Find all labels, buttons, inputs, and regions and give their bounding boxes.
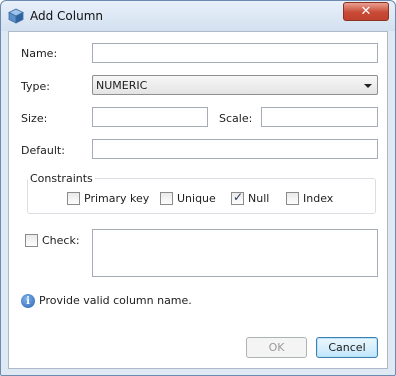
chevron-down-icon	[364, 84, 372, 88]
scale-label: Scale:	[219, 112, 253, 125]
scale-input[interactable]	[261, 107, 378, 127]
ok-button[interactable]: OK	[246, 337, 307, 358]
null-checkbox[interactable]: ✓	[231, 190, 244, 205]
check-textarea[interactable]	[92, 229, 378, 277]
close-button[interactable]: ✕	[343, 2, 389, 21]
unique-label[interactable]: Unique	[177, 192, 216, 205]
check-checkbox[interactable]	[25, 234, 38, 247]
primary-key-label[interactable]: Primary key	[84, 192, 149, 205]
cancel-button-label: Cancel	[328, 341, 366, 354]
type-select[interactable]: NUMERIC	[92, 75, 378, 95]
validation-message: Provide valid column name.	[39, 294, 192, 307]
add-column-dialog: Add Column ✕ Name: Type: NUMERIC Size: S…	[0, 0, 396, 376]
constraints-title: Constraints	[28, 172, 95, 185]
size-label: Size:	[21, 112, 48, 125]
size-input[interactable]	[92, 107, 208, 127]
name-input[interactable]	[92, 43, 378, 63]
null-label[interactable]: Null	[248, 192, 269, 205]
check-label[interactable]: Check:	[42, 234, 80, 247]
primary-key-checkbox[interactable]	[67, 192, 80, 205]
dialog-content: Name: Type: NUMERIC Size: Scale: Default…	[8, 31, 388, 369]
default-label: Default:	[21, 144, 65, 157]
type-label: Type:	[21, 80, 50, 93]
close-icon: ✕	[360, 4, 372, 19]
index-checkbox[interactable]	[286, 192, 299, 205]
window-title: Add Column	[30, 9, 104, 23]
default-input[interactable]	[92, 139, 378, 159]
type-select-value: NUMERIC	[96, 79, 148, 92]
index-label[interactable]: Index	[303, 192, 333, 205]
cancel-button[interactable]: Cancel	[316, 337, 378, 358]
checkmark-icon: ✓	[233, 190, 244, 204]
unique-checkbox[interactable]	[160, 192, 173, 205]
name-label: Name:	[21, 47, 58, 60]
info-icon: i	[21, 294, 35, 308]
title-bar[interactable]: Add Column ✕	[1, 1, 395, 31]
app-cube-icon	[8, 8, 24, 24]
ok-button-label: OK	[268, 341, 285, 354]
